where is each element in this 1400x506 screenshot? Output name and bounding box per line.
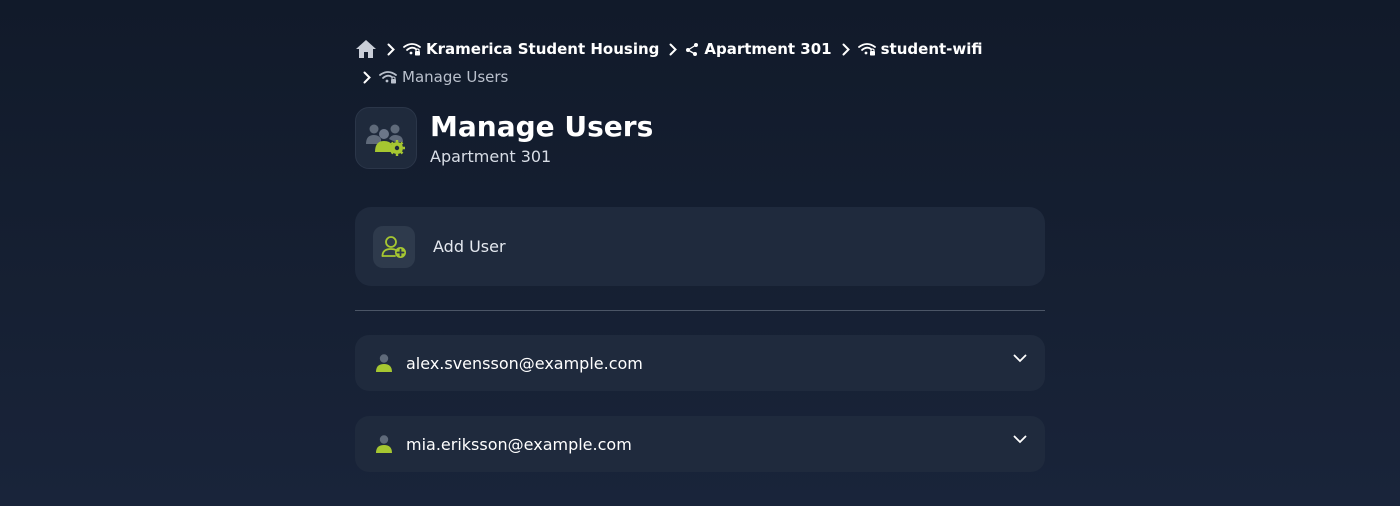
divider: [355, 310, 1045, 311]
chevron-right-icon: [387, 43, 395, 56]
chevron-right-icon: [842, 43, 850, 56]
wifi-lock-icon: [403, 42, 421, 56]
breadcrumb-line-2: Manage Users: [355, 67, 1045, 87]
breadcrumb-manage-users: Manage Users: [379, 67, 508, 87]
page-subtitle: Apartment 301: [430, 146, 552, 166]
user-add-icon: [373, 225, 415, 268]
home-icon: [355, 39, 377, 59]
user-email: alex.svensson@example.com: [406, 353, 643, 373]
chevron-down-icon[interactable]: [1013, 354, 1027, 363]
user-row[interactable]: alex.svensson@example.com: [355, 335, 1045, 391]
breadcrumb-label: student-wifi: [880, 40, 983, 58]
chevron-right-icon: [363, 71, 371, 84]
chevron-down-icon[interactable]: [1013, 435, 1027, 444]
breadcrumb-label: Kramerica Student Housing: [426, 40, 660, 58]
add-user-button[interactable]: Add User: [355, 207, 1045, 286]
page-header: Manage Users Apartment 301: [355, 107, 653, 169]
breadcrumb-student-wifi[interactable]: student-wifi: [857, 39, 983, 59]
user-icon: [375, 353, 393, 373]
user-email: mia.eriksson@example.com: [406, 434, 632, 454]
breadcrumb-home[interactable]: [355, 39, 377, 59]
wifi-lock-icon: [857, 42, 876, 56]
breadcrumb: Kramerica Student Housing Apartment 301: [355, 39, 1045, 87]
breadcrumb-label: Apartment 301: [704, 40, 832, 58]
wifi-lock-icon: [379, 70, 397, 84]
users-gear-icon: [355, 107, 417, 169]
breadcrumb-label: Manage Users: [402, 68, 509, 86]
breadcrumb-apartment[interactable]: Apartment 301: [685, 39, 832, 59]
page-title: Manage Users: [430, 109, 654, 143]
chevron-right-icon: [669, 43, 678, 56]
add-user-label: Add User: [433, 237, 506, 256]
user-row[interactable]: mia.eriksson@example.com: [355, 416, 1045, 472]
user-icon: [375, 434, 393, 454]
network-nodes-icon: [685, 42, 699, 56]
breadcrumb-kramerica[interactable]: Kramerica Student Housing: [403, 39, 659, 59]
